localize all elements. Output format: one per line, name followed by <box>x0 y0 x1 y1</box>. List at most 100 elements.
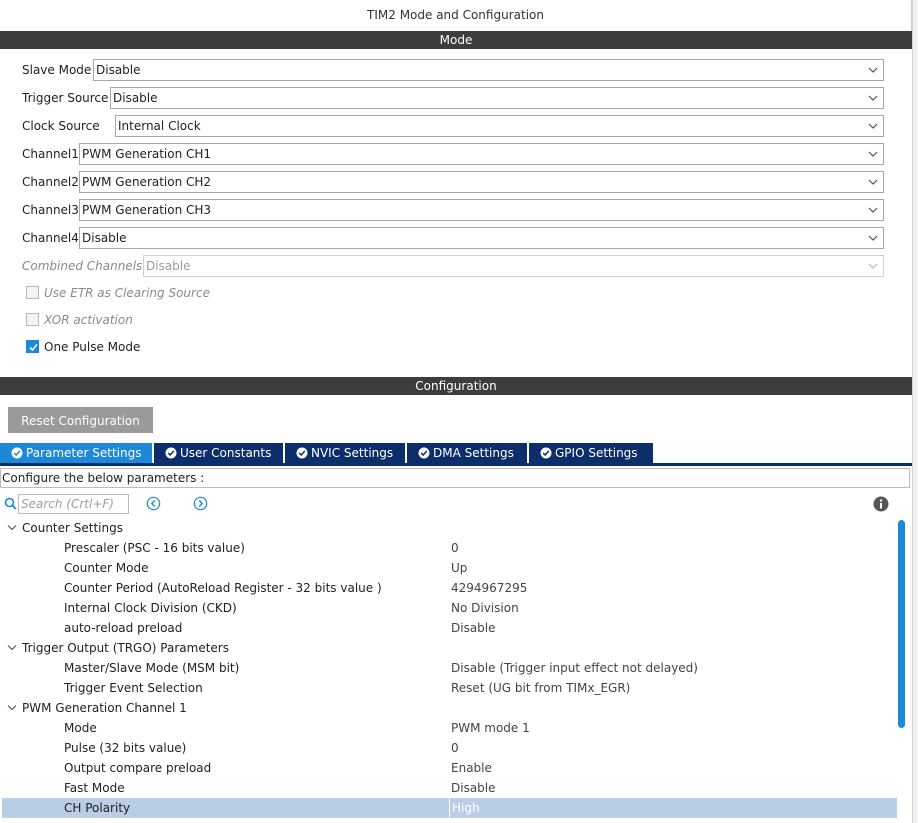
channel2-select[interactable]: PWM Generation CH2 <box>79 171 884 193</box>
param-row[interactable]: Pulse (32 bits value) 0 <box>2 738 897 758</box>
check-circle-icon <box>296 447 308 459</box>
use-etr-clearing-row[interactable]: Use ETR as Clearing Source <box>26 284 326 302</box>
vertical-scrollbar[interactable] <box>898 520 905 728</box>
param-row-selected[interactable]: CH Polarity High <box>2 798 897 818</box>
param-row[interactable]: Internal Clock Division (CKD) No Divisio… <box>2 598 897 618</box>
param-row[interactable]: Mode PWM mode 1 <box>2 718 897 738</box>
param-name: Mode <box>64 721 97 735</box>
reset-configuration-button[interactable]: Reset Configuration <box>8 407 153 433</box>
tab-label: NVIC Settings <box>311 446 394 460</box>
param-row[interactable]: Master/Slave Mode (MSM bit) Disable (Tri… <box>2 658 897 678</box>
xor-activation-checkbox[interactable] <box>26 313 39 326</box>
combined-channels-label: Combined Channels <box>22 259 143 273</box>
group-pwm-channel-1[interactable]: PWM Generation Channel 1 <box>2 698 897 718</box>
chevron-down-icon <box>7 645 17 651</box>
tab-label: DMA Settings <box>433 446 514 460</box>
param-name: Counter Period (AutoReload Register - 32… <box>64 581 382 595</box>
channel2-value: PWM Generation CH2 <box>82 175 212 189</box>
channel1-select[interactable]: PWM Generation CH1 <box>79 143 884 165</box>
param-value[interactable]: High <box>449 798 480 818</box>
param-value[interactable]: Disable <box>451 618 496 638</box>
group-trigger-output[interactable]: Trigger Output (TRGO) Parameters <box>2 638 897 658</box>
param-name: Master/Slave Mode (MSM bit) <box>64 661 240 675</box>
param-value[interactable]: Disable (Trigger input effect not delaye… <box>451 658 698 678</box>
param-row[interactable]: auto-reload preload Disable <box>2 618 897 638</box>
tab-label: Parameter Settings <box>26 446 142 460</box>
xor-activation-label: XOR activation <box>44 313 133 327</box>
param-value[interactable]: Reset (UG bit from TIMx_EGR) <box>451 678 630 698</box>
param-name: Internal Clock Division (CKD) <box>64 601 237 615</box>
group-counter-settings[interactable]: Counter Settings <box>2 518 897 538</box>
param-value[interactable]: PWM mode 1 <box>451 718 530 738</box>
slave-mode-row: Slave Mode Disable <box>22 59 884 81</box>
tim2-config-window: TIM2 Mode and Configuration Mode Slave M… <box>0 0 918 823</box>
tab-parameter-settings[interactable]: Parameter Settings <box>0 443 152 464</box>
param-row[interactable]: Counter Mode Up <box>2 558 897 578</box>
chevron-down-icon <box>868 261 878 271</box>
use-etr-clearing-label: Use ETR as Clearing Source <box>44 286 210 300</box>
param-value[interactable]: Enable <box>451 758 492 778</box>
channel1-row: Channel1 PWM Generation CH1 <box>22 143 884 165</box>
param-value[interactable]: Up <box>451 558 467 578</box>
param-value[interactable]: 0 <box>451 538 459 558</box>
chevron-down-icon <box>868 205 878 215</box>
param-row[interactable]: Fast Mode Disable <box>2 778 897 798</box>
param-name: Pulse (32 bits value) <box>64 741 187 755</box>
channel1-value: PWM Generation CH1 <box>82 147 212 161</box>
chevron-down-icon <box>7 525 17 531</box>
combined-channels-select[interactable]: Disable <box>143 255 884 277</box>
group-name: Counter Settings <box>22 521 123 535</box>
param-value[interactable]: No Division <box>451 598 519 618</box>
channel4-select[interactable]: Disable <box>79 227 884 249</box>
chevron-down-icon <box>868 65 878 75</box>
one-pulse-mode-row[interactable]: One Pulse Mode <box>26 338 326 356</box>
channel2-row: Channel2 PWM Generation CH2 <box>22 171 884 193</box>
check-icon <box>29 343 38 352</box>
combined-channels-row: Combined Channels Disable <box>22 255 884 277</box>
channel3-row: Channel3 PWM Generation CH3 <box>22 199 884 221</box>
xor-activation-row[interactable]: XOR activation <box>26 311 326 329</box>
info-icon[interactable] <box>873 496 889 512</box>
tab-gpio-settings[interactable]: GPIO Settings <box>529 443 653 464</box>
param-name: auto-reload preload <box>64 621 183 635</box>
tab-label: User Constants <box>180 446 272 460</box>
tab-label: GPIO Settings <box>555 446 638 460</box>
group-name: PWM Generation Channel 1 <box>22 701 187 715</box>
tab-dma-settings[interactable]: DMA Settings <box>407 443 527 464</box>
channel3-label: Channel3 <box>22 203 79 217</box>
param-value[interactable]: 0 <box>451 738 459 758</box>
previous-result-icon[interactable] <box>146 496 161 511</box>
param-row[interactable]: Counter Period (AutoReload Register - 32… <box>2 578 897 598</box>
next-result-icon[interactable] <box>193 496 208 511</box>
param-name: Output compare preload <box>64 761 212 775</box>
chevron-down-icon <box>868 93 878 103</box>
chevron-down-icon <box>868 177 878 187</box>
combined-channels-value: Disable <box>146 259 191 273</box>
check-circle-icon <box>418 447 430 459</box>
clock-source-select[interactable]: Internal Clock <box>115 115 884 137</box>
param-name: CH Polarity <box>64 801 131 815</box>
channel3-select[interactable]: PWM Generation CH3 <box>79 199 884 221</box>
trigger-source-select[interactable]: Disable <box>110 87 884 109</box>
param-name: Prescaler (PSC - 16 bits value) <box>64 541 245 555</box>
search-input[interactable] <box>18 494 129 514</box>
clock-source-row: Clock Source Internal Clock <box>22 115 884 137</box>
check-circle-icon <box>11 447 23 459</box>
param-value[interactable]: Disable <box>451 778 496 798</box>
slave-mode-label: Slave Mode <box>22 63 92 77</box>
param-row[interactable]: Trigger Event Selection Reset (UG bit fr… <box>2 678 897 698</box>
param-row[interactable]: Prescaler (PSC - 16 bits value) 0 <box>2 538 897 558</box>
param-row[interactable]: Output compare preload Enable <box>2 758 897 778</box>
mode-section-header: Mode <box>0 31 912 49</box>
param-value[interactable]: 4294967295 <box>451 578 527 598</box>
tab-user-constants[interactable]: User Constants <box>154 443 283 464</box>
channel4-label: Channel4 <box>22 231 79 245</box>
channel4-row: Channel4 Disable <box>22 227 884 249</box>
clock-source-value: Internal Clock <box>118 119 201 133</box>
configure-instruction: Configure the below parameters : <box>0 468 910 488</box>
tab-nvic-settings[interactable]: NVIC Settings <box>285 443 405 464</box>
one-pulse-mode-checkbox[interactable] <box>26 340 39 353</box>
slave-mode-select[interactable]: Disable <box>93 59 884 81</box>
channel3-value: PWM Generation CH3 <box>82 203 212 217</box>
use-etr-clearing-checkbox[interactable] <box>26 286 39 299</box>
